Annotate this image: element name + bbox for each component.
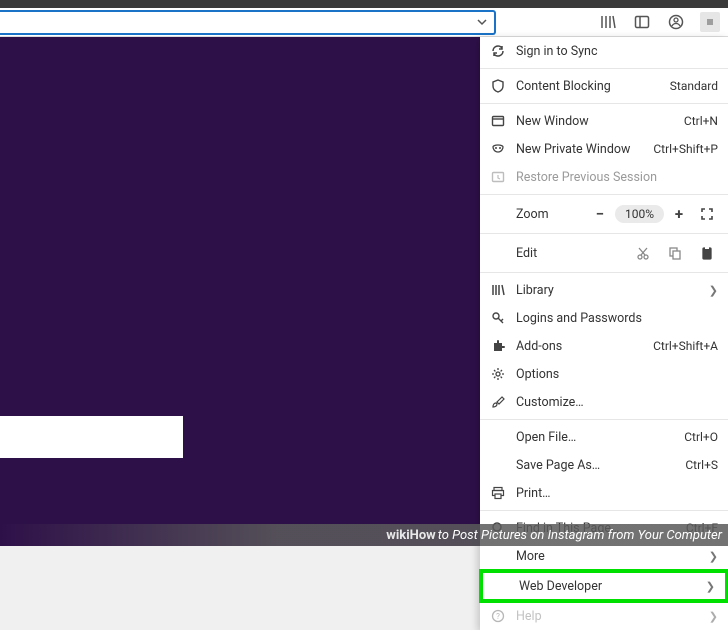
menu-content-blocking[interactable]: Content Blocking Standard xyxy=(480,72,728,100)
menu-zoom-row: Zoom − 100% + xyxy=(480,198,728,230)
menu-customize[interactable]: Customize… xyxy=(480,388,728,416)
toolbar-right xyxy=(598,12,728,32)
menu-label: New Private Window xyxy=(516,142,653,157)
menu-help[interactable]: ? Help ❯ xyxy=(480,602,728,630)
print-icon xyxy=(490,485,506,501)
paste-button[interactable] xyxy=(696,242,718,264)
zoom-label: Zoom xyxy=(516,207,589,222)
library-icon[interactable] xyxy=(598,12,618,32)
edit-label: Edit xyxy=(516,246,622,261)
menu-status: Standard xyxy=(670,79,718,93)
separator xyxy=(480,272,728,273)
menu-shortcut: Ctrl+Shift+P xyxy=(653,142,718,156)
menu-label: Help xyxy=(516,609,709,624)
separator xyxy=(480,103,728,104)
sidebar-icon[interactable] xyxy=(632,12,652,32)
separator xyxy=(480,68,728,69)
separator xyxy=(480,510,728,511)
separator xyxy=(480,233,728,234)
menu-save-page[interactable]: Save Page As… Ctrl+S xyxy=(480,451,728,479)
menu-shortcut: Ctrl+S xyxy=(685,458,718,472)
menu-label: Print… xyxy=(516,486,718,501)
content-box xyxy=(0,416,183,458)
help-icon: ? xyxy=(490,608,506,624)
menu-addons[interactable]: Add-ons Ctrl+Shift+A xyxy=(480,332,728,360)
menu-label: Customize… xyxy=(516,395,718,410)
svg-text:?: ? xyxy=(496,612,500,621)
menu-web-developer[interactable]: Web Developer ❯ xyxy=(479,569,728,603)
caption-brand: wikiHow xyxy=(386,528,435,543)
menu-new-window[interactable]: New Window Ctrl+N xyxy=(480,107,728,135)
hamburger-menu-button[interactable] xyxy=(700,12,720,32)
restore-icon xyxy=(490,169,506,185)
paintbrush-icon xyxy=(490,394,506,410)
separator xyxy=(480,194,728,195)
menu-sign-in-sync[interactable]: Sign in to Sync xyxy=(480,37,728,65)
menu-library[interactable]: Library ❯ xyxy=(480,276,728,304)
menu-label: Options xyxy=(516,367,718,382)
fullscreen-button[interactable] xyxy=(696,203,718,225)
menu-label: More xyxy=(516,549,709,564)
menu-restore-session: Restore Previous Session xyxy=(480,163,728,191)
url-bar[interactable] xyxy=(0,10,496,35)
window-icon xyxy=(490,113,506,129)
menu-open-file[interactable]: Open File… Ctrl+O xyxy=(480,423,728,451)
menu-more[interactable]: More ❯ xyxy=(480,542,728,570)
mask-icon xyxy=(490,141,506,157)
window-title-bar xyxy=(0,0,728,8)
chevron-right-icon: ❯ xyxy=(706,580,715,593)
menu-label: Restore Previous Session xyxy=(516,170,718,185)
menu-label: Content Blocking xyxy=(516,79,670,94)
caption-bar: wikiHow to Post Pictures on Instagram fr… xyxy=(0,524,728,546)
menu-label: Library xyxy=(516,283,709,298)
menu-label: Web Developer xyxy=(519,579,706,594)
copy-button[interactable] xyxy=(664,242,686,264)
menu-shortcut: Ctrl+N xyxy=(684,114,718,128)
gear-icon xyxy=(490,366,506,382)
menu-label: Open File… xyxy=(516,430,684,445)
menu-label: Add-ons xyxy=(516,339,653,354)
page-content xyxy=(0,37,480,546)
menu-options[interactable]: Options xyxy=(480,360,728,388)
chevron-right-icon: ❯ xyxy=(709,550,718,563)
navigation-bar xyxy=(0,8,728,37)
key-icon xyxy=(490,310,506,326)
menu-label: Logins and Passwords xyxy=(516,311,718,326)
menu-shortcut: Ctrl+Shift+A xyxy=(653,339,718,353)
caption-text: to Post Pictures on Instagram from Your … xyxy=(438,528,722,543)
account-icon[interactable] xyxy=(666,12,686,32)
zoom-out-button[interactable]: − xyxy=(589,203,611,225)
menu-print[interactable]: Print… xyxy=(480,479,728,507)
menu-edit-row: Edit xyxy=(480,237,728,269)
cut-button[interactable] xyxy=(632,242,654,264)
menu-new-private-window[interactable]: New Private Window Ctrl+Shift+P xyxy=(480,135,728,163)
chevron-right-icon: ❯ xyxy=(709,610,718,623)
menu-logins[interactable]: Logins and Passwords xyxy=(480,304,728,332)
chevron-down-icon[interactable] xyxy=(476,16,488,28)
zoom-in-button[interactable]: + xyxy=(668,203,690,225)
puzzle-icon xyxy=(490,338,506,354)
separator xyxy=(480,419,728,420)
sync-icon xyxy=(490,43,506,59)
chevron-right-icon: ❯ xyxy=(709,284,718,297)
menu-label: Save Page As… xyxy=(516,458,685,473)
menu-label: Sign in to Sync xyxy=(516,44,718,59)
menu-label: New Window xyxy=(516,114,684,129)
library-icon xyxy=(490,282,506,298)
zoom-percent[interactable]: 100% xyxy=(615,205,664,223)
menu-shortcut: Ctrl+O xyxy=(684,430,718,444)
shield-icon xyxy=(490,78,506,94)
